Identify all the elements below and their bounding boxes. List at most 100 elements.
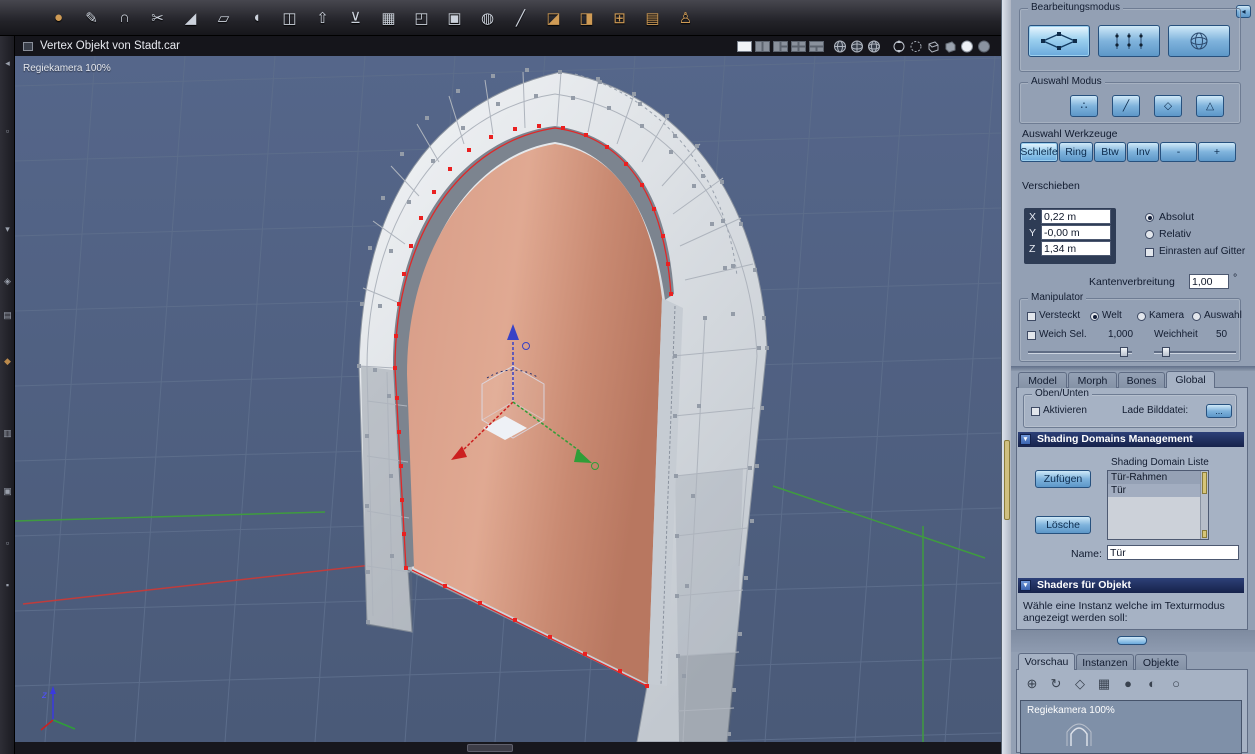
y-input[interactable] xyxy=(1041,225,1111,240)
camera-preview-panel[interactable]: Regiekamera 100% xyxy=(1020,700,1242,754)
between-select-button[interactable]: Btw xyxy=(1094,142,1126,162)
grid-view-icon[interactable]: ▦ xyxy=(1095,676,1113,692)
grid-tool-icon[interactable]: ⊞ xyxy=(607,5,632,31)
layout-4pane-alt-icon[interactable] xyxy=(809,40,824,52)
dock-tool-icon-6[interactable]: ◆ xyxy=(1,356,14,367)
diamond-view-icon[interactable]: ◇ xyxy=(1071,676,1089,692)
sphere-tool-icon[interactable]: ● xyxy=(46,5,71,31)
selection-radio[interactable] xyxy=(1192,312,1201,321)
wire-globe-2-icon[interactable] xyxy=(850,40,864,53)
pen-tool-icon[interactable]: ✎ xyxy=(79,5,104,31)
pan-view-icon[interactable]: ⊕ xyxy=(1023,676,1041,692)
grow-select-button[interactable]: + xyxy=(1198,142,1236,162)
mode-wireframe-button[interactable] xyxy=(1028,25,1090,57)
collapse-triangle-2-icon[interactable]: ▼ xyxy=(1020,580,1031,591)
world-radio[interactable] xyxy=(1090,312,1099,321)
softness-slider[interactable] xyxy=(1154,347,1236,357)
extrude-tool-icon[interactable]: ⇧ xyxy=(310,5,335,31)
wire-globe-1-icon[interactable] xyxy=(833,40,847,53)
rotate-view-icon[interactable]: ↻ xyxy=(1047,676,1065,692)
absolute-radio[interactable] xyxy=(1145,213,1154,222)
shading-domains-header[interactable]: ▼ Shading Domains Management xyxy=(1018,432,1244,447)
list-scroll-end[interactable] xyxy=(1202,530,1207,538)
shrink-select-button[interactable]: - xyxy=(1160,142,1197,162)
mesh-tool-icon[interactable]: ▦ xyxy=(376,5,401,31)
tab-instanzen[interactable]: Instanzen xyxy=(1076,654,1134,670)
box-tool-icon[interactable]: ◰ xyxy=(409,5,434,31)
wire-cube-icon[interactable] xyxy=(926,40,940,53)
dock-tool-icon-7[interactable]: ▥ xyxy=(1,428,14,439)
browse-image-button[interactable]: ... xyxy=(1206,404,1232,418)
lathe-tool-icon[interactable]: ⊻ xyxy=(343,5,368,31)
panel-splitter[interactable] xyxy=(1001,0,1011,754)
grey-sphere-icon[interactable] xyxy=(977,40,991,53)
shading-domain-list[interactable]: Tür-Rahmen Tür xyxy=(1107,470,1209,540)
loop-select-button[interactable]: Schleife xyxy=(1020,142,1058,162)
select-polygon-button[interactable]: ◇ xyxy=(1154,95,1182,117)
z-input[interactable] xyxy=(1041,241,1111,256)
wire-sphere-view-icon[interactable]: ○ xyxy=(1167,676,1185,691)
tab-global[interactable]: Global xyxy=(1166,371,1215,388)
viewport-canvas[interactable]: z Regiekamera 100% xyxy=(15,56,1001,742)
mode-sphere-button[interactable] xyxy=(1168,25,1230,57)
panel-resize-handle[interactable] xyxy=(1117,636,1147,645)
dome-tool-icon[interactable]: ◖ xyxy=(244,5,269,31)
select-edge-button[interactable]: ╱ xyxy=(1112,95,1140,117)
splitter-thumb[interactable] xyxy=(1004,440,1010,520)
snap-grid-checkbox[interactable] xyxy=(1145,248,1154,257)
dock-tool-icon-4[interactable]: ◈ xyxy=(1,276,14,287)
soft-select-checkbox[interactable] xyxy=(1027,331,1036,340)
camera-radio[interactable] xyxy=(1137,312,1146,321)
domain-name-input[interactable] xyxy=(1107,545,1239,560)
dock-tool-icon-9[interactable]: ▫ xyxy=(1,538,14,548)
softness-slider-thumb[interactable] xyxy=(1162,347,1170,357)
tab-model[interactable]: Model xyxy=(1018,372,1067,388)
layout-single-icon[interactable] xyxy=(737,40,752,52)
shaded-sphere-view-icon[interactable]: ● xyxy=(1119,676,1137,691)
select-vertex-button[interactable]: ∴ xyxy=(1070,95,1098,117)
dashed-circle-icon[interactable] xyxy=(909,40,923,53)
dock-tool-icon-2[interactable]: ▫ xyxy=(1,126,14,136)
shell-tool-icon[interactable]: ◨ xyxy=(574,5,599,31)
shaders-header[interactable]: ▼ Shaders für Objekt xyxy=(1018,578,1244,593)
sweep-tool-icon[interactable]: ◪ xyxy=(541,5,566,31)
dock-tool-icon-10[interactable]: ▪ xyxy=(1,580,14,590)
solid-cube-icon[interactable] xyxy=(943,40,957,53)
soft-select-slider-thumb[interactable] xyxy=(1120,347,1128,357)
viewport-hscrollbar[interactable] xyxy=(15,742,1001,754)
mode-vertices-button[interactable] xyxy=(1098,25,1160,57)
hidden-checkbox[interactable] xyxy=(1027,312,1036,321)
dock-collapse-icon[interactable]: ◂ xyxy=(1,58,14,69)
figure-tool-icon[interactable]: ♙ xyxy=(673,5,698,31)
delete-domain-button[interactable]: Lösche xyxy=(1035,516,1091,534)
tab-bones[interactable]: Bones xyxy=(1118,372,1165,388)
soft-select-slider[interactable] xyxy=(1028,347,1132,357)
collapse-triangle-icon[interactable]: ▼ xyxy=(1020,434,1031,445)
relative-radio[interactable] xyxy=(1145,230,1154,239)
dock-tool-icon-3[interactable]: ▾ xyxy=(1,224,14,235)
magnet-tool-icon[interactable]: ∩ xyxy=(112,5,137,31)
list-item-tuer[interactable]: Tür xyxy=(1108,484,1208,497)
edge-spread-input[interactable] xyxy=(1189,274,1229,289)
layout-4pane-icon[interactable] xyxy=(791,40,806,52)
add-domain-button[interactable]: Zufügen xyxy=(1035,470,1091,488)
ring-select-button[interactable]: Ring xyxy=(1059,142,1093,162)
select-object-button[interactable]: △ xyxy=(1196,95,1224,117)
layout-2pane-icon[interactable] xyxy=(755,40,770,52)
marquee-tool-icon[interactable]: ▱ xyxy=(211,5,236,31)
orbit-view-icon[interactable] xyxy=(892,39,906,53)
tab-objekte[interactable]: Objekte xyxy=(1135,654,1187,670)
dock-tool-icon-8[interactable]: ▣ xyxy=(1,486,14,497)
tab-vorschau[interactable]: Vorschau xyxy=(1018,653,1075,670)
activate-checkbox[interactable] xyxy=(1031,407,1040,416)
uv-sphere-tool-icon[interactable]: ◍ xyxy=(475,5,500,31)
duplicate-tool-icon[interactable]: ▣ xyxy=(442,5,467,31)
list-scrollbar[interactable] xyxy=(1200,471,1208,539)
x-input[interactable] xyxy=(1041,209,1111,224)
shaded-sphere-icon[interactable] xyxy=(960,40,974,53)
scissors-tool-icon[interactable]: ✂ xyxy=(145,5,170,31)
stamp-tool-icon[interactable]: ◫ xyxy=(277,5,302,31)
dock-tool-icon-5[interactable]: ▤ xyxy=(1,310,14,321)
half-sphere-view-icon[interactable]: ◐ xyxy=(1143,676,1161,691)
invert-select-button[interactable]: Inv xyxy=(1127,142,1159,162)
